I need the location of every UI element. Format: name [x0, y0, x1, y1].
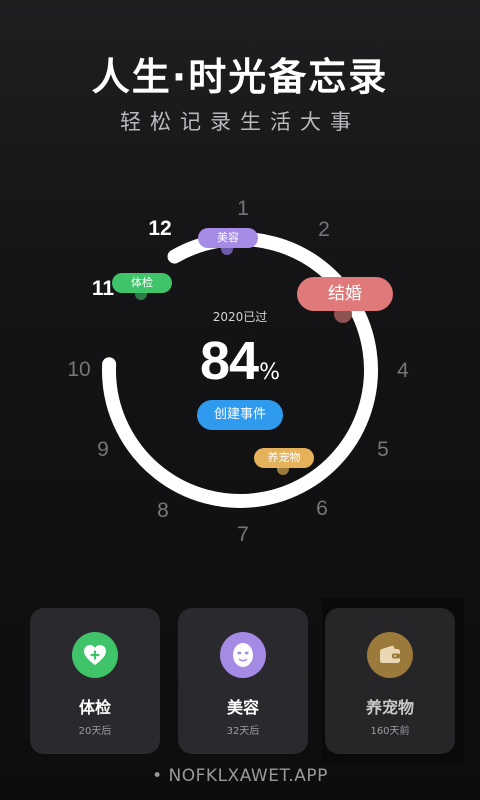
progress-percent: 84%	[0, 330, 480, 392]
hour-label-6: 6	[316, 497, 328, 520]
card-subtitle: 20天后	[78, 726, 112, 737]
hour-label-12: 12	[148, 217, 172, 240]
hour-label-1: 1	[237, 197, 249, 220]
hour-label-7: 7	[237, 523, 249, 546]
screen: 人生·时光备忘录 轻松记录生活大事 1 2 4 5 6 7 8 9 10 11 …	[0, 0, 480, 800]
create-event-button[interactable]: 创建事件	[197, 400, 283, 430]
event-tag-beauty[interactable]: 美容	[198, 228, 258, 248]
wallet-icon	[367, 632, 413, 678]
card-subtitle: 160天前	[370, 726, 410, 737]
event-card-beauty[interactable]: 美容 32天后	[178, 608, 308, 754]
heart-plus-icon	[72, 632, 118, 678]
event-card-pet[interactable]: 养宠物 160天前	[325, 608, 455, 754]
hour-label-2: 2	[318, 218, 330, 241]
progress-value: 84	[200, 331, 259, 391]
footer-text: • NOFKLXAWET.APP	[152, 766, 328, 786]
card-title: 美容	[226, 698, 259, 717]
event-card-checkup[interactable]: 体检 20天后	[30, 608, 160, 754]
card-subtitle: 32天后	[226, 726, 260, 737]
progress-label: 2020已过	[212, 310, 268, 324]
hour-label-8: 8	[157, 499, 169, 522]
card-title: 体检	[78, 698, 111, 717]
event-tag-checkup[interactable]: 体检	[112, 273, 172, 293]
hour-label-5: 5	[377, 438, 389, 461]
event-tag-pet[interactable]: 养宠物	[254, 448, 314, 468]
card-title: 养宠物	[365, 698, 414, 717]
progress-unit: %	[259, 360, 280, 385]
event-tag-marriage[interactable]: 结婚	[297, 277, 393, 311]
hour-label-9: 9	[97, 438, 109, 461]
face-mask-icon	[220, 632, 266, 678]
